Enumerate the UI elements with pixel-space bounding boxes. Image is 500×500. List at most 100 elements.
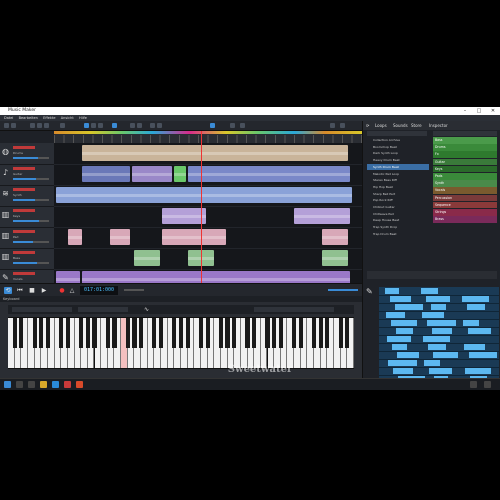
- black-key[interactable]: [85, 318, 90, 348]
- audio-clip[interactable]: [188, 166, 350, 182]
- black-key[interactable]: [252, 318, 257, 348]
- marker-icon[interactable]: [230, 123, 235, 128]
- audio-clip[interactable]: [110, 229, 130, 245]
- preset-select[interactable]: [78, 307, 128, 312]
- notification-icon[interactable]: [484, 381, 491, 388]
- track-header[interactable]: ▥ Pad: [0, 227, 54, 249]
- black-key[interactable]: [65, 318, 70, 348]
- playhead[interactable]: [201, 131, 202, 283]
- black-key[interactable]: [79, 318, 84, 348]
- track-lane[interactable]: [54, 248, 362, 270]
- black-key[interactable]: [338, 318, 343, 348]
- category-item[interactable]: Bass: [433, 137, 497, 144]
- snap-icon[interactable]: [112, 123, 117, 128]
- category-item[interactable]: Synth: [433, 180, 497, 187]
- black-key[interactable]: [225, 318, 230, 348]
- black-key[interactable]: [318, 318, 323, 348]
- track-lane[interactable]: [54, 206, 362, 228]
- start-icon[interactable]: [4, 381, 11, 388]
- audio-clip[interactable]: [82, 166, 130, 182]
- paste-icon[interactable]: [44, 123, 49, 128]
- browser-icon[interactable]: [52, 381, 59, 388]
- black-key[interactable]: [198, 318, 204, 348]
- tempo-slider[interactable]: [124, 289, 144, 291]
- black-key[interactable]: [32, 318, 37, 348]
- track-lane[interactable]: [54, 227, 362, 249]
- tab-inspector[interactable]: Inspector: [429, 121, 448, 130]
- audio-clip[interactable]: [82, 271, 350, 283]
- octave-select[interactable]: [254, 307, 334, 312]
- instrument-select[interactable]: [12, 307, 72, 312]
- black-key[interactable]: [152, 318, 157, 348]
- track-header[interactable]: ▥ Keys: [0, 206, 54, 228]
- black-key[interactable]: [59, 318, 64, 348]
- category-item[interactable]: Fx: [433, 151, 497, 158]
- audio-clip[interactable]: [56, 187, 352, 203]
- app-taskbar-icon[interactable]: [76, 381, 83, 388]
- audio-clip[interactable]: [56, 271, 80, 283]
- tab-loops[interactable]: Loops: [375, 121, 387, 130]
- track-buttons[interactable]: [13, 230, 35, 233]
- undo-icon[interactable]: [4, 123, 9, 128]
- audio-clip[interactable]: [132, 166, 172, 182]
- loop-tool-icon[interactable]: [157, 123, 162, 128]
- minimize-button[interactable]: –: [458, 107, 472, 115]
- loop-item[interactable]: Synth Drum Beat: [367, 163, 429, 171]
- black-key[interactable]: [245, 318, 250, 348]
- audio-clip[interactable]: [322, 250, 348, 266]
- export-icon[interactable]: [340, 123, 345, 128]
- song-part-markers[interactable]: [54, 131, 362, 134]
- stop-icon[interactable]: ■: [28, 287, 36, 294]
- explorer-icon[interactable]: [40, 381, 47, 388]
- draw-tool-icon[interactable]: [91, 123, 96, 128]
- loop-item[interactable]: Trap Drum Beat: [367, 231, 429, 238]
- volume-slider[interactable]: [13, 178, 49, 180]
- refresh-icon[interactable]: ⟳: [366, 121, 369, 130]
- timeline-ruler[interactable]: [54, 131, 362, 143]
- category-item[interactable]: Pads: [433, 173, 497, 180]
- black-key[interactable]: [112, 318, 117, 348]
- loop-item[interactable]: Deep House Beat: [367, 217, 429, 224]
- volume-slider[interactable]: [13, 220, 49, 222]
- black-key[interactable]: [265, 318, 270, 348]
- track-lane[interactable]: [54, 164, 362, 186]
- metronome-small-icon[interactable]: △: [68, 287, 76, 294]
- track-buttons[interactable]: [13, 188, 35, 191]
- black-key[interactable]: [232, 318, 237, 348]
- track-header[interactable]: ◍ Drums: [0, 143, 54, 165]
- black-key[interactable]: [292, 318, 297, 348]
- black-key[interactable]: [345, 318, 350, 348]
- track-lane[interactable]: [54, 143, 362, 165]
- black-key[interactable]: [158, 318, 164, 348]
- black-key[interactable]: [298, 318, 303, 348]
- cut-icon[interactable]: [30, 123, 35, 128]
- track-lane[interactable]: [54, 185, 362, 207]
- pencil-icon[interactable]: ✎: [366, 287, 375, 296]
- metronome-icon[interactable]: [210, 123, 215, 128]
- settings-icon[interactable]: [240, 123, 245, 128]
- black-key[interactable]: [178, 318, 184, 348]
- loop-item[interactable]: Chillout Guitar: [367, 204, 429, 211]
- audio-clip[interactable]: [322, 229, 348, 245]
- audio-clip[interactable]: [162, 229, 226, 245]
- loop-item[interactable]: Hip Hop Beat: [367, 184, 429, 191]
- track-buttons[interactable]: [13, 251, 35, 254]
- black-key[interactable]: [278, 318, 283, 348]
- mute-tool-icon[interactable]: [150, 123, 155, 128]
- track-header[interactable]: ♪ Guitar: [0, 164, 54, 186]
- black-key[interactable]: [45, 318, 50, 348]
- black-key[interactable]: [138, 318, 144, 348]
- loop-mode-icon[interactable]: ⟲: [4, 287, 12, 294]
- copy-icon[interactable]: [37, 123, 42, 128]
- track-buttons[interactable]: [13, 209, 35, 212]
- black-key[interactable]: [311, 318, 317, 348]
- record-icon[interactable]: ●: [58, 287, 66, 294]
- track-buttons[interactable]: [13, 272, 35, 275]
- waveform-icon[interactable]: ∿: [144, 306, 156, 313]
- pointer-tool-icon[interactable]: [84, 123, 89, 128]
- delete-icon[interactable]: [60, 123, 65, 128]
- category-item[interactable]: Vocals: [433, 187, 497, 194]
- play-icon[interactable]: ▶: [40, 287, 48, 294]
- loop-item[interactable]: Dark Synth Loop: [367, 150, 429, 157]
- category-item[interactable]: Keys: [433, 165, 497, 173]
